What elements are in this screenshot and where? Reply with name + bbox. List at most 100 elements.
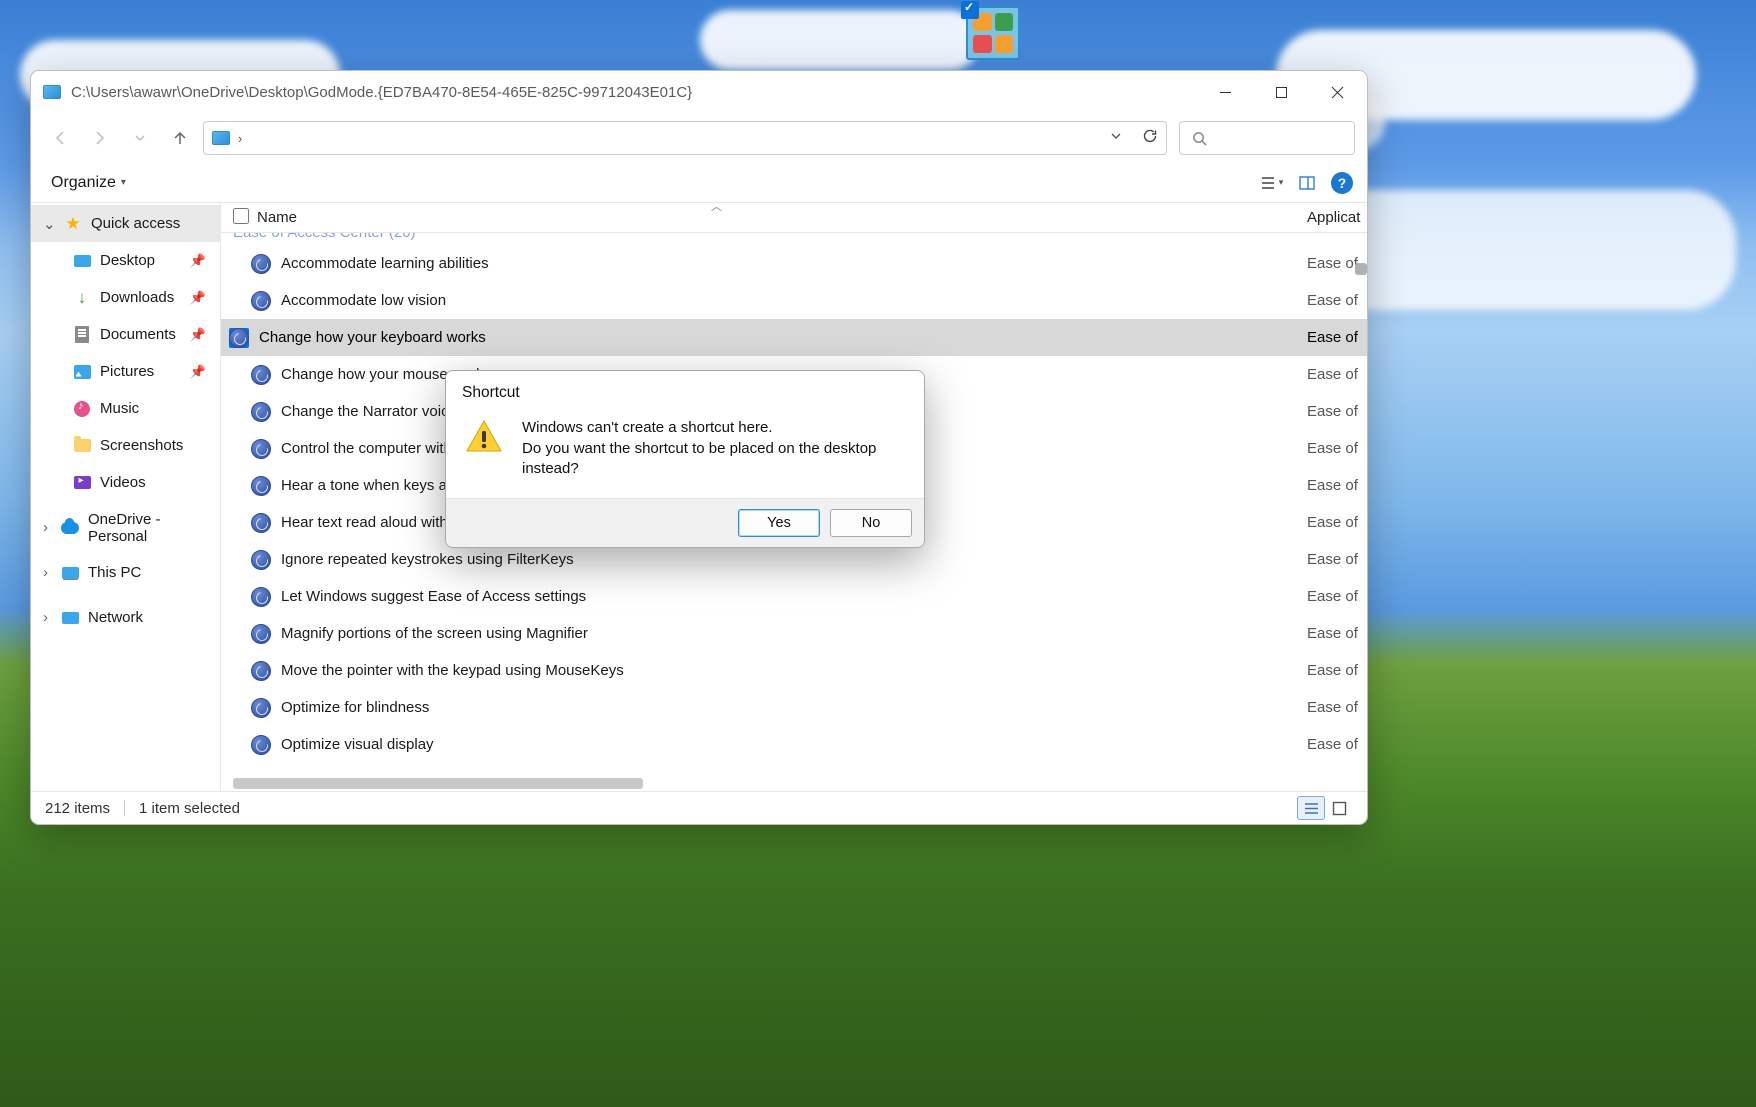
item-application: Ease of <box>1307 403 1367 420</box>
column-name[interactable]: Name <box>257 209 1307 226</box>
column-application[interactable]: Applicat <box>1307 209 1367 226</box>
item-name: Optimize visual display <box>281 736 1307 753</box>
sidebar-item-quick-access[interactable]: ⌄ ★ Quick access <box>31 205 220 242</box>
list-item[interactable]: ✓Change how your keyboard worksEase of <box>221 319 1367 356</box>
document-icon <box>75 326 89 343</box>
sidebar-label: OneDrive - Personal <box>88 511 220 545</box>
address-bar[interactable]: › <box>203 121 1167 155</box>
sidebar-item-downloads[interactable]: ↓ Downloads 📌 <box>31 279 220 316</box>
navigation-pane: ⌄ ★ Quick access Desktop📌 ↓ Downloads 📌 Do… <box>31 203 221 791</box>
control-panel-icon <box>251 624 271 644</box>
item-name: Accommodate learning abilities <box>281 255 1307 272</box>
pin-icon: 📌 <box>190 364 206 380</box>
separator <box>124 800 125 816</box>
sidebar-item-music[interactable]: Music <box>31 390 220 427</box>
list-item[interactable]: ✓Optimize for blindnessEase of <box>221 689 1367 726</box>
control-panel-icon <box>251 476 271 496</box>
control-panel-icon <box>251 550 271 570</box>
item-application: Ease of <box>1307 514 1367 531</box>
control-panel-icon <box>251 365 271 385</box>
sidebar-label: This PC <box>88 564 141 581</box>
control-panel-icon <box>251 735 271 755</box>
nav-toolbar: › <box>31 113 1367 163</box>
music-icon <box>74 401 90 417</box>
star-icon: ★ <box>64 215 82 233</box>
sidebar-label: Videos <box>100 474 146 491</box>
addressbar-icon <box>212 131 230 145</box>
sidebar-item-screenshots[interactable]: Screenshots <box>31 427 220 464</box>
horizontal-scrollbar[interactable] <box>221 777 1367 791</box>
item-name: Magnify portions of the screen using Mag… <box>281 625 1307 642</box>
titlebar[interactable]: C:\Users\awawr\OneDrive\Desktop\GodMode.… <box>31 71 1367 113</box>
item-application: Ease of <box>1307 292 1367 309</box>
chevron-down-icon: ▾ <box>121 177 126 188</box>
sidebar-label: Downloads <box>100 289 174 306</box>
sidebar-item-this-pc[interactable]: This PC <box>31 554 220 591</box>
help-button[interactable]: ? <box>1331 172 1353 194</box>
preview-pane-button[interactable] <box>1289 167 1325 199</box>
download-icon: ↓ <box>73 289 91 307</box>
breadcrumb-separator-icon[interactable]: › <box>238 131 242 146</box>
list-item[interactable]: ✓Magnify portions of the screen using Ma… <box>221 615 1367 652</box>
thumbnails-view-button[interactable] <box>1325 796 1353 820</box>
control-panel-icon <box>251 698 271 718</box>
up-button[interactable] <box>163 121 197 155</box>
sidebar-label: Music <box>100 400 139 417</box>
sidebar-label: Pictures <box>100 363 154 380</box>
minimize-button[interactable] <box>1197 72 1253 112</box>
search-box[interactable] <box>1179 121 1355 155</box>
sidebar-item-desktop[interactable]: Desktop📌 <box>31 242 220 279</box>
window-title: C:\Users\awawr\OneDrive\Desktop\GodMode.… <box>71 84 1197 101</box>
item-application: Ease of <box>1307 699 1367 716</box>
addressbar-dropdown-icon[interactable] <box>1110 129 1122 147</box>
organize-button[interactable]: Organize ▾ <box>45 170 132 196</box>
status-item-count: 212 items <box>45 800 110 817</box>
back-button[interactable] <box>43 121 77 155</box>
recent-button[interactable] <box>123 121 157 155</box>
view-options-button[interactable]: ▾ <box>1253 167 1289 199</box>
group-header[interactable]: Ease of Access Center (20) <box>221 233 1367 245</box>
item-application: Ease of <box>1307 588 1367 605</box>
list-item[interactable]: ✓Optimize visual displayEase of <box>221 726 1367 763</box>
maximize-button[interactable] <box>1253 72 1309 112</box>
no-button[interactable]: No <box>830 509 912 537</box>
item-application: Ease of <box>1307 662 1367 679</box>
sidebar-item-videos[interactable]: Videos <box>31 464 220 501</box>
item-application: Ease of <box>1307 625 1367 642</box>
list-item[interactable]: ✓Move the pointer with the keypad using … <box>221 652 1367 689</box>
pin-icon: 📌 <box>190 253 206 269</box>
dialog-title: Shortcut <box>446 371 924 411</box>
sort-indicator-icon: ︿ <box>711 203 722 214</box>
control-panel-icon <box>251 661 271 681</box>
column-headers[interactable]: Name ︿ Applicat <box>221 203 1367 233</box>
item-name: Move the pointer with the keypad using M… <box>281 662 1307 679</box>
list-item[interactable]: ✓Accommodate learning abilitiesEase of <box>221 245 1367 282</box>
dialog-message: Windows can't create a shortcut here. Do… <box>522 417 906 480</box>
forward-button[interactable] <box>83 121 117 155</box>
sidebar-item-network[interactable]: Network <box>31 599 220 636</box>
sidebar-item-onedrive[interactable]: OneDrive - Personal <box>31 509 220 546</box>
item-application: Ease of <box>1307 551 1367 568</box>
list-item[interactable]: ✓Accommodate low visionEase of <box>221 282 1367 319</box>
pin-icon: 📌 <box>190 327 206 343</box>
pin-icon: 📌 <box>190 290 206 306</box>
control-panel-icon <box>251 402 271 422</box>
desktop-icon-godmode[interactable] <box>966 6 1026 60</box>
scrollbar-thumb[interactable] <box>233 778 643 789</box>
dialog-line2: Do you want the shortcut to be placed on… <box>522 439 906 480</box>
list-item[interactable]: ✓Let Windows suggest Ease of Access sett… <box>221 578 1367 615</box>
yes-button[interactable]: Yes <box>738 509 820 537</box>
control-panel-icon <box>251 587 271 607</box>
sidebar-item-documents[interactable]: Documents📌 <box>31 316 220 353</box>
control-panel-icon <box>251 291 271 311</box>
status-selection: 1 item selected <box>139 800 240 817</box>
sidebar-item-pictures[interactable]: Pictures 📌 <box>31 353 220 390</box>
close-button[interactable] <box>1309 72 1365 112</box>
control-panel-icon <box>229 328 249 348</box>
select-all-checkbox[interactable] <box>233 208 249 224</box>
details-view-button[interactable] <box>1297 796 1325 820</box>
item-name: Optimize for blindness <box>281 699 1307 716</box>
vertical-scrollbar[interactable] <box>1355 263 1367 275</box>
item-name: Ignore repeated keystrokes using FilterK… <box>281 551 1307 568</box>
refresh-button[interactable] <box>1142 128 1158 149</box>
